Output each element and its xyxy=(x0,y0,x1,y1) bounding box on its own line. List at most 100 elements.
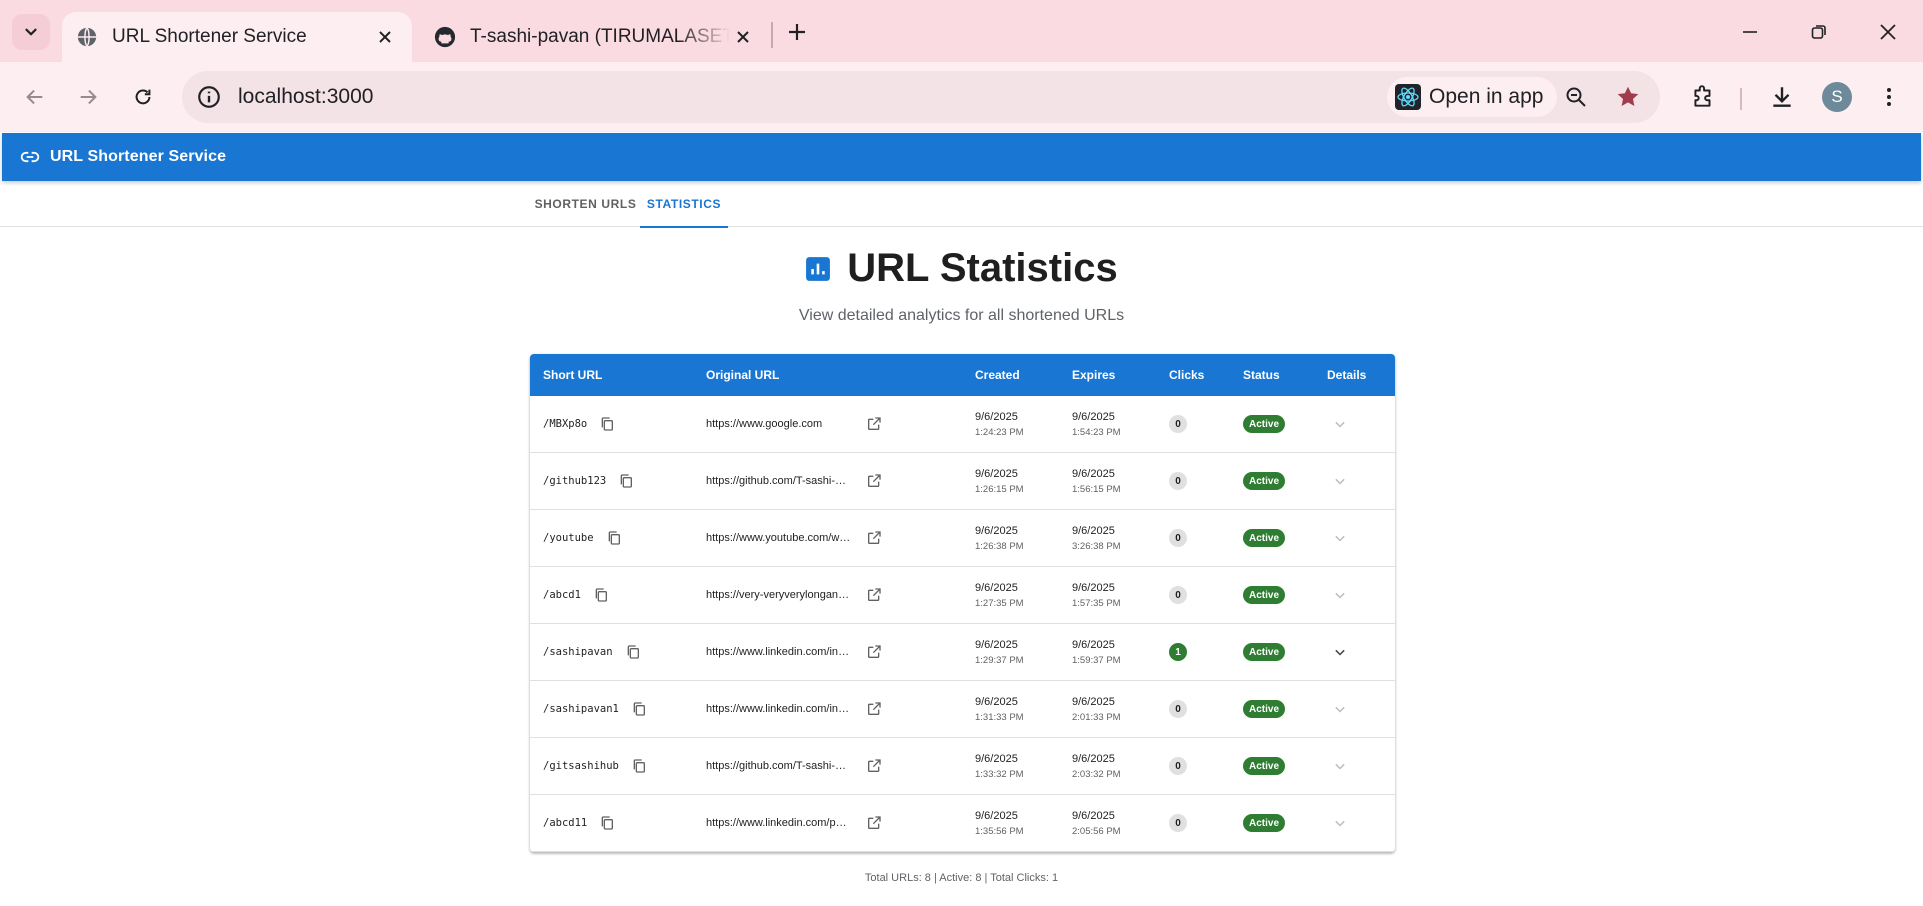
new-tab-button[interactable] xyxy=(781,16,813,48)
copy-icon[interactable] xyxy=(593,587,609,603)
back-button[interactable] xyxy=(17,79,53,115)
status-cell: Active xyxy=(1243,453,1286,509)
original-url-link[interactable]: https://github.com/T-sashi-pa... xyxy=(706,760,852,772)
tab-shorten-urls[interactable]: SHORTEN URLS xyxy=(530,181,641,227)
original-url-link[interactable]: https://www.linkedin.com/pul... xyxy=(706,817,852,829)
original-url-cell: https://very-veryverylongand-... xyxy=(706,567,882,623)
expand-details-chevron-icon[interactable] xyxy=(1330,414,1350,434)
original-url-cell: https://www.linkedin.com/in/ti... xyxy=(706,624,882,680)
forward-button[interactable] xyxy=(70,79,106,115)
original-url-link[interactable]: https://www.linkedin.com/in/ti... xyxy=(706,646,852,658)
expand-details-chevron-icon[interactable] xyxy=(1330,699,1350,719)
original-url-link[interactable]: https://github.com/T-sashi-pa... xyxy=(706,475,852,487)
open-external-icon[interactable] xyxy=(866,416,882,432)
copy-icon[interactable] xyxy=(599,416,615,432)
minimize-icon xyxy=(1743,31,1757,33)
tab-close-button[interactable] xyxy=(372,24,398,50)
short-url-cell: /MBXp8o xyxy=(543,396,615,452)
tab-statistics[interactable]: STATISTICS xyxy=(640,181,728,228)
short-url-cell: /sashipavan xyxy=(543,624,641,680)
table-row: /sashipavan https://www.linkedin.com/in/t… xyxy=(530,624,1395,681)
github-icon xyxy=(434,26,456,48)
copy-icon[interactable] xyxy=(618,473,634,489)
status-cell: Active xyxy=(1243,738,1286,794)
created-date: 9/6/2025 xyxy=(975,410,1018,423)
copy-icon[interactable] xyxy=(631,758,647,774)
expand-details-chevron-icon[interactable] xyxy=(1330,756,1350,776)
close-window-button[interactable] xyxy=(1870,14,1906,50)
tab-search-button[interactable] xyxy=(12,14,50,50)
open-external-icon[interactable] xyxy=(866,644,882,660)
expires-time: 1:56:15 PM xyxy=(1072,483,1121,495)
details-cell xyxy=(1330,396,1350,452)
profile-avatar[interactable]: S xyxy=(1822,82,1852,112)
created-time: 1:24:23 PM xyxy=(975,426,1024,438)
short-url-code: /gitsashihub xyxy=(543,760,619,772)
minimize-button[interactable] xyxy=(1732,14,1768,50)
bookmark-button[interactable] xyxy=(1612,81,1644,113)
open-external-icon[interactable] xyxy=(866,758,882,774)
copy-icon[interactable] xyxy=(606,530,622,546)
clicks-cell: 0 xyxy=(1169,681,1187,737)
address-bar[interactable]: localhost:3000 Open in app xyxy=(182,71,1660,123)
info-icon[interactable] xyxy=(196,84,222,110)
expires-time: 2:05:56 PM xyxy=(1072,825,1121,837)
reload-icon xyxy=(135,89,151,105)
open-external-icon[interactable] xyxy=(866,587,882,603)
original-url-link[interactable]: https://www.linkedin.com/in/ti... xyxy=(706,703,852,715)
expand-details-chevron-icon[interactable] xyxy=(1330,642,1350,662)
open-external-icon[interactable] xyxy=(866,815,882,831)
copy-icon[interactable] xyxy=(599,815,615,831)
original-url-link[interactable]: https://www.google.com xyxy=(706,418,852,430)
close-icon xyxy=(1880,24,1896,40)
created-time: 1:35:56 PM xyxy=(975,825,1024,837)
extensions-button[interactable] xyxy=(1685,79,1721,115)
address-url[interactable]: localhost:3000 xyxy=(238,85,373,109)
created-date: 9/6/2025 xyxy=(975,581,1018,594)
browser-tab-github[interactable]: T-sashi-pavan (TIRUMALASETTY xyxy=(420,12,770,62)
original-url-link[interactable]: https://www.youtube.com/wat... xyxy=(706,532,852,544)
expand-details-chevron-icon[interactable] xyxy=(1330,471,1350,491)
created-time: 1:33:32 PM xyxy=(975,768,1024,780)
open-external-icon[interactable] xyxy=(866,701,882,717)
original-url-link[interactable]: https://very-veryverylongand-... xyxy=(706,589,852,601)
reload-button[interactable] xyxy=(125,79,161,115)
original-url-cell: https://www.linkedin.com/pul... xyxy=(706,795,882,851)
expand-details-chevron-icon[interactable] xyxy=(1330,585,1350,605)
open-in-app-button[interactable]: Open in app xyxy=(1387,77,1558,117)
original-url-cell: https://www.linkedin.com/in/ti... xyxy=(706,681,882,737)
table-row: /sashipavan1 https://www.linkedin.com/in/… xyxy=(530,681,1395,738)
app-tabs: SHORTEN URLS STATISTICS xyxy=(0,181,1923,228)
arrow-left-icon xyxy=(26,89,43,105)
status-badge: Active xyxy=(1243,586,1286,604)
close-icon xyxy=(379,31,391,43)
page-title: URL Statistics xyxy=(847,246,1118,290)
copy-icon[interactable] xyxy=(631,701,647,717)
expand-details-chevron-icon[interactable] xyxy=(1330,528,1350,548)
short-url-cell: /abcd1 xyxy=(543,567,609,623)
tab-close-button[interactable] xyxy=(730,24,756,50)
created-date: 9/6/2025 xyxy=(975,809,1018,822)
copy-icon[interactable] xyxy=(625,644,641,660)
expires-cell: 9/6/2025 1:56:15 PM xyxy=(1072,453,1121,509)
status-cell: Active xyxy=(1243,567,1286,623)
status-cell: Active xyxy=(1243,795,1286,851)
short-url-code: /sashipavan xyxy=(543,646,613,658)
open-external-icon[interactable] xyxy=(866,530,882,546)
restore-button[interactable] xyxy=(1801,14,1837,50)
details-cell xyxy=(1330,453,1350,509)
short-url-code: /github123 xyxy=(543,475,607,487)
column-header-details: Details xyxy=(1327,368,1367,382)
expand-details-chevron-icon[interactable] xyxy=(1330,813,1350,833)
browser-menu-button[interactable] xyxy=(1871,79,1907,115)
browser-tab-url-shortener[interactable]: URL Shortener Service xyxy=(62,12,412,62)
short-url-cell: /gitsashihub xyxy=(543,738,647,794)
created-date: 9/6/2025 xyxy=(975,752,1018,765)
table-row: /github123 https://github.com/T-sashi-pa.… xyxy=(530,453,1395,510)
status-badge: Active xyxy=(1243,700,1286,718)
open-external-icon[interactable] xyxy=(866,473,882,489)
downloads-button[interactable] xyxy=(1764,79,1800,115)
status-badge: Active xyxy=(1243,472,1286,490)
zoom-button[interactable] xyxy=(1560,81,1592,113)
status-cell: Active xyxy=(1243,624,1286,680)
